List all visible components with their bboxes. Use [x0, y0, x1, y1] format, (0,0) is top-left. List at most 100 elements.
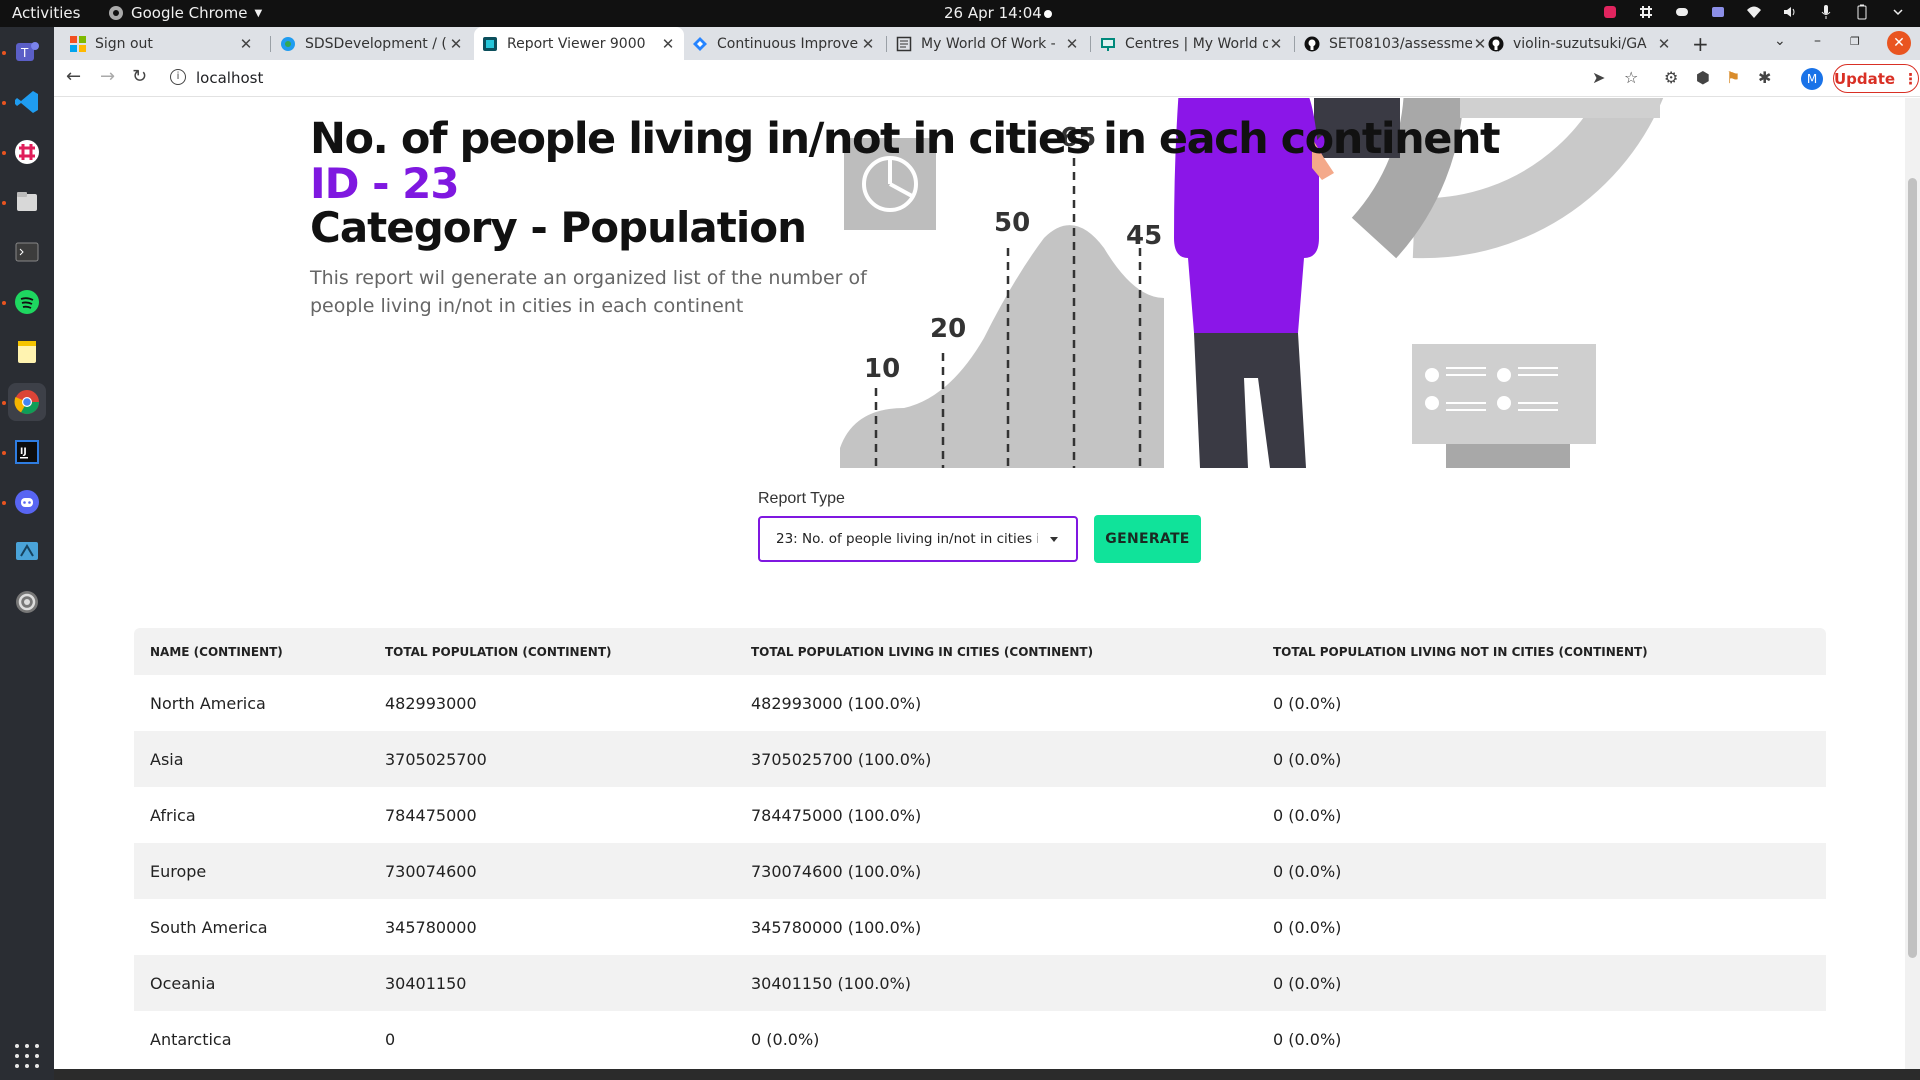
tab-search-icon[interactable]: ⌄: [1774, 33, 1786, 49]
tab-centres[interactable]: Centres | My World o ✕: [1092, 27, 1292, 60]
cell-continent: Asia: [150, 749, 184, 769]
battery-icon[interactable]: [1854, 4, 1870, 20]
profile-avatar[interactable]: M: [1801, 68, 1823, 90]
close-tab-icon[interactable]: ✕: [1064, 35, 1080, 53]
app-menu-label: Google Chrome: [131, 4, 248, 22]
send-tab-icon[interactable]: ➤: [1592, 68, 1605, 87]
back-icon[interactable]: ←: [66, 66, 81, 87]
report-type-label: Report Type: [758, 490, 845, 507]
discord-tray-icon[interactable]: [1674, 4, 1690, 20]
illustration-number: 20: [930, 314, 966, 344]
bookmark-star-icon[interactable]: ☆: [1624, 68, 1638, 87]
tab-title: Report Viewer 9000: [507, 35, 646, 52]
intellij-icon[interactable]: IJ: [8, 433, 46, 471]
running-indicator: [2, 501, 6, 505]
notes-icon[interactable]: [8, 333, 46, 371]
teams-icon[interactable]: T: [8, 33, 46, 71]
running-indicator: [2, 151, 6, 155]
cell-in-cities: 345780000 (100.0%): [751, 917, 922, 937]
app-indicator-icon[interactable]: [1602, 4, 1618, 20]
power-menu-icon[interactable]: [1890, 4, 1906, 20]
spotify-icon[interactable]: [8, 283, 46, 321]
cell-not-in-cities: 0 (0.0%): [1273, 973, 1342, 993]
vscode-icon[interactable]: [8, 83, 46, 121]
close-tab-icon[interactable]: ✕: [448, 35, 464, 53]
illustration-number: 50: [994, 208, 1030, 238]
cell-continent: Antarctica: [150, 1029, 232, 1049]
system-tray[interactable]: [1602, 4, 1906, 20]
forward-icon[interactable]: →: [100, 66, 115, 87]
show-applications-icon[interactable]: [15, 1044, 39, 1068]
tab-title: violin-suzutsuki/GA: [1513, 35, 1647, 52]
remmina-icon[interactable]: [8, 533, 46, 571]
cell-in-cities: 784475000 (100.0%): [751, 805, 922, 825]
browser-toolbar: ← → ↻ i localhost ➤ ☆ ⚙ ⬢ ⚑ ✱ M Update ⋮: [54, 60, 1920, 97]
address-bar[interactable]: localhost: [196, 69, 263, 87]
update-label: Update: [1833, 69, 1896, 88]
azure-devops-icon: [281, 36, 295, 51]
close-tab-icon[interactable]: ✕: [660, 35, 676, 53]
extensions-puzzle-icon[interactable]: ✱: [1758, 68, 1771, 87]
microphone-icon[interactable]: [1818, 4, 1834, 20]
tab-sdsdevelopment[interactable]: SDSDevelopment / ( ✕: [272, 27, 472, 60]
microsoft-icon: [70, 35, 86, 52]
generate-button[interactable]: GENERATE: [1094, 515, 1201, 563]
close-tab-icon[interactable]: ✕: [238, 35, 254, 53]
scrollbar-thumb[interactable]: [1908, 178, 1917, 958]
site-info-icon[interactable]: i: [170, 69, 186, 85]
results-table: NAME (CONTINENT) TOTAL POPULATION (CONTI…: [134, 628, 1826, 1067]
teams-tray-icon[interactable]: [1710, 4, 1726, 20]
tab-title: My World Of Work -: [921, 35, 1056, 52]
tab-violin-suzutsuki[interactable]: violin-suzutsuki/GA ✕: [1480, 27, 1680, 60]
cell-not-in-cities: 0 (0.0%): [1273, 749, 1342, 769]
tab-set08103[interactable]: SET08103/assessme ✕: [1296, 27, 1496, 60]
cell-continent: South America: [150, 917, 268, 937]
extension-3-icon[interactable]: ⚑: [1726, 68, 1740, 87]
wifi-icon[interactable]: [1746, 4, 1762, 20]
new-tab-icon[interactable]: +: [1692, 32, 1709, 56]
cell-continent: Europe: [150, 861, 207, 881]
discord-icon[interactable]: [8, 483, 46, 521]
files-icon[interactable]: [8, 183, 46, 221]
close-window-icon[interactable]: ✕: [1887, 31, 1911, 55]
cell-not-in-cities: 0 (0.0%): [1273, 805, 1342, 825]
slack-icon[interactable]: [8, 133, 46, 171]
tab-sign-out[interactable]: Sign out ✕: [62, 27, 262, 60]
restore-icon[interactable]: ❐: [1850, 35, 1860, 48]
cell-total-population: 30401150: [385, 973, 467, 993]
close-tab-icon[interactable]: ✕: [1268, 35, 1284, 53]
reload-icon[interactable]: ↻: [132, 66, 147, 87]
tab-title: Sign out: [95, 35, 153, 52]
cell-in-cities: 0 (0.0%): [751, 1029, 820, 1049]
app-menu[interactable]: Google Chrome ▼: [108, 4, 262, 22]
close-tab-icon[interactable]: ✕: [860, 35, 876, 53]
slack-tray-icon[interactable]: [1638, 4, 1654, 20]
cell-in-cities: 482993000 (100.0%): [751, 693, 922, 713]
close-tab-icon[interactable]: ✕: [1656, 35, 1672, 53]
chrome-icon[interactable]: [8, 383, 46, 421]
cell-not-in-cities: 0 (0.0%): [1273, 917, 1342, 937]
tab-report-viewer[interactable]: Report Viewer 9000 ✕: [474, 27, 684, 60]
tab-continuous-improvement[interactable]: Continuous Improve ✕: [684, 27, 884, 60]
document-icon: [896, 36, 912, 51]
svg-text:IJ: IJ: [20, 447, 27, 457]
settings-icon[interactable]: [8, 583, 46, 621]
extension-2-icon[interactable]: ⬢: [1696, 68, 1710, 87]
tab-separator: [1294, 36, 1295, 52]
tab-title: SET08103/assessme: [1329, 35, 1472, 52]
minimize-icon[interactable]: –: [1814, 33, 1821, 49]
tab-title: SDSDevelopment / (: [305, 35, 447, 52]
cell-total-population: 3705025700: [385, 749, 487, 769]
volume-icon[interactable]: [1782, 4, 1798, 20]
column-header: TOTAL POPULATION LIVING NOT IN CITIES (C…: [1273, 644, 1648, 659]
running-indicator: [2, 451, 6, 455]
terminal-icon[interactable]: [8, 233, 46, 271]
clock[interactable]: 26 Apr 14:04: [944, 4, 1042, 22]
extension-1-icon[interactable]: ⚙: [1664, 68, 1678, 87]
table-header: NAME (CONTINENT) TOTAL POPULATION (CONTI…: [134, 628, 1826, 675]
report-type-select[interactable]: 23: No. of people living in/not in citie…: [758, 516, 1078, 562]
tab-my-world-of-work[interactable]: My World Of Work - ✕: [888, 27, 1088, 60]
page-scrollbar[interactable]: [1905, 98, 1920, 1080]
update-button[interactable]: Update ⋮: [1833, 64, 1919, 93]
activities-button[interactable]: Activities: [12, 4, 80, 22]
